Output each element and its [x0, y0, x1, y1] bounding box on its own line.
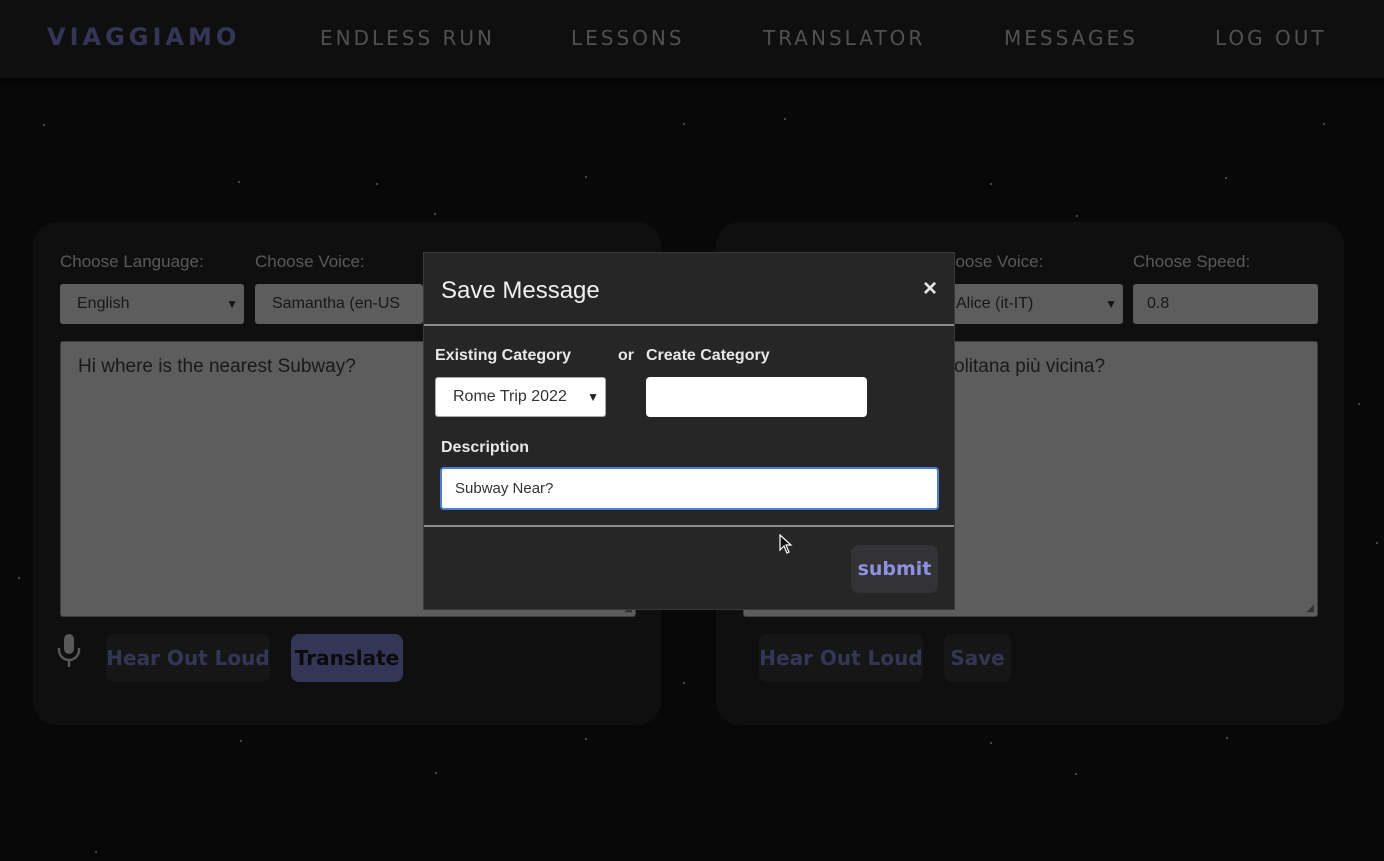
existing-category-label: Existing Category	[435, 347, 572, 364]
or-label: or	[618, 347, 634, 364]
description-label: Description	[441, 439, 530, 456]
existing-category-value: Rome Trip 2022	[453, 388, 567, 405]
close-icon[interactable]: ×	[923, 275, 937, 303]
create-category-label: Create Category	[646, 347, 770, 364]
mouse-pointer-icon	[779, 534, 793, 554]
description-input[interactable]: Subway Near?	[440, 467, 939, 510]
save-message-modal: Save Message × Existing Category or Crea…	[423, 252, 955, 610]
chevron-down-icon: ▼	[587, 390, 599, 404]
existing-category-select[interactable]: Rome Trip 2022 ▼	[435, 377, 606, 417]
submit-button[interactable]: submit	[851, 545, 938, 593]
create-category-input[interactable]	[646, 377, 867, 417]
modal-footer-divider	[424, 525, 954, 527]
modal-title: Save Message	[441, 277, 600, 304]
modal-header-divider	[424, 324, 954, 326]
